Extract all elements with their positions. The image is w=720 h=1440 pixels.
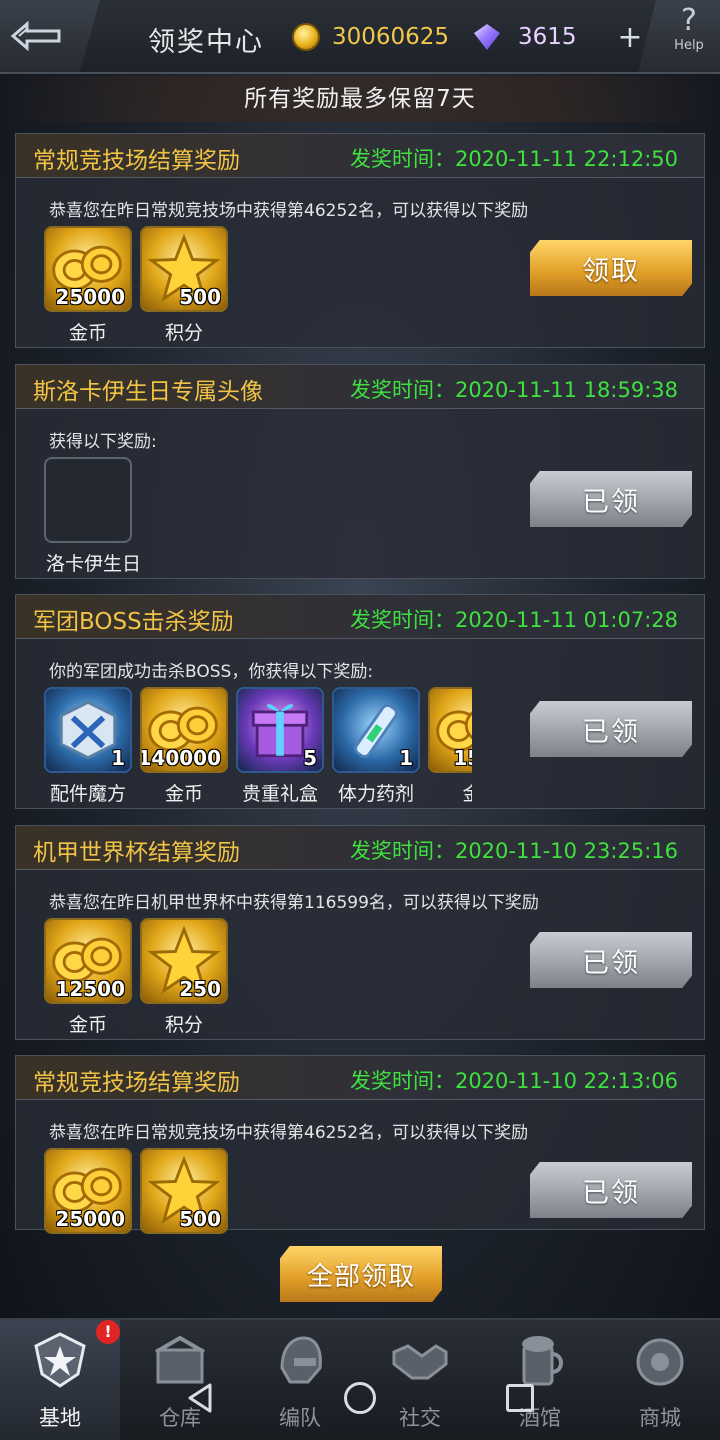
reward-item[interactable]: 1500 金 [428, 687, 472, 809]
card-header: 斯洛卡伊生日专属头像 发奖时间：2020-11-11 18:59:38 [16, 365, 704, 409]
reward-card: 军团BOSS击杀奖励 发奖时间：2020-11-11 01:07:28 你的军团… [15, 594, 705, 809]
back-button[interactable] [0, 0, 100, 72]
item-count: 1 [111, 746, 125, 770]
gold-coins-icon: 12500 [44, 918, 132, 1004]
item-count: 25000 [55, 1207, 125, 1231]
reward-title: 常规竞技场结算奖励 [33, 148, 240, 174]
item-count: 500 [179, 1207, 221, 1231]
retention-notice: 所有奖励最多保留7天 [0, 76, 720, 122]
system-home-icon[interactable] [344, 1382, 376, 1414]
reward-time: 发奖时间：2020-11-11 18:59:38 [349, 378, 678, 402]
claim-all-button[interactable]: 全部领取 [280, 1246, 442, 1302]
gift-box-icon: 5 [236, 687, 324, 773]
reward-item[interactable]: 12500 金币 [44, 918, 132, 1040]
system-recents-icon[interactable] [506, 1384, 534, 1412]
reward-item[interactable]: 25000 [44, 1148, 132, 1270]
reward-description: 你的军团成功击杀BOSS，你获得以下奖励: [49, 662, 374, 682]
reward-time: 发奖时间：2020-11-11 22:12:50 [349, 147, 678, 171]
reward-card: 机甲世界杯结算奖励 发奖时间：2020-11-10 23:25:16 恭喜您在昨… [15, 825, 705, 1040]
claimed-button[interactable]: 已领 [530, 1162, 692, 1218]
back-arrow-icon [10, 20, 61, 52]
star-icon: 250 [140, 918, 228, 1004]
coin-icon [292, 23, 320, 51]
reward-title: 斯洛卡伊生日专属头像 [33, 379, 263, 405]
star-icon: 500 [140, 226, 228, 312]
diamond-icon [474, 24, 500, 50]
system-nav-bar [0, 1370, 720, 1430]
reward-item[interactable]: 1 体力药剂 [332, 687, 420, 809]
reward-item[interactable]: 5 贵重礼盒 [236, 687, 324, 809]
item-label: 配件魔方 [49, 783, 126, 805]
system-back-icon[interactable] [186, 1382, 214, 1414]
gold-coins-icon: 1500 [428, 687, 472, 773]
item-label: 洛卡伊生日 [46, 553, 142, 575]
help-question-icon: ? [681, 3, 697, 38]
claim-button[interactable]: 领取 [530, 240, 692, 296]
reward-card: 斯洛卡伊生日专属头像 发奖时间：2020-11-11 18:59:38 获得以下… [15, 364, 705, 579]
gold-coins-icon: 140000 [140, 687, 228, 773]
reward-description: 获得以下奖励: [49, 432, 157, 452]
reward-description: 恭喜您在昨日常规竞技场中获得第46252名，可以获得以下奖励 [49, 1123, 529, 1143]
reward-title: 机甲世界杯结算奖励 [33, 840, 240, 866]
reward-item[interactable]: 250 积分 [140, 918, 228, 1040]
stamina-potion-icon: 1 [332, 687, 420, 773]
reward-time: 发奖时间：2020-11-10 22:13:06 [349, 1069, 678, 1093]
card-header: 常规竞技场结算奖励 发奖时间：2020-11-11 22:12:50 [16, 134, 704, 178]
alert-badge: ! [96, 1320, 120, 1344]
item-count: 1500 [453, 746, 472, 770]
item-count: 1 [399, 746, 413, 770]
reward-items: 洛卡伊生日 [44, 457, 472, 579]
item-label: 金币 [68, 322, 107, 344]
item-count: 25000 [55, 285, 125, 309]
reward-item[interactable]: 洛卡伊生日 [44, 457, 141, 579]
item-label: 贵重礼盒 [241, 783, 318, 805]
reward-card: 常规竞技场结算奖励 发奖时间：2020-11-10 22:13:06 恭喜您在昨… [15, 1055, 705, 1234]
reward-title: 军团BOSS击杀奖励 [33, 609, 234, 635]
coin-balance: 30060625 [292, 22, 449, 52]
avatar-frame-icon [44, 457, 132, 543]
reward-title: 常规竞技场结算奖励 [33, 1070, 240, 1096]
reward-item[interactable]: 500 积分 [140, 226, 228, 348]
reward-time: 发奖时间：2020-11-11 01:07:28 [349, 608, 678, 632]
top-bar: 领奖中心 30060625 3615 + ? Help [0, 0, 720, 74]
reward-items: 25000 金币 500 积分 [44, 226, 472, 348]
reward-description: 恭喜您在昨日常规竞技场中获得第46252名，可以获得以下奖励 [49, 201, 529, 221]
item-label: 金币 [68, 1014, 107, 1036]
reward-items: 12500 金币 250 积分 [44, 918, 472, 1040]
reward-item[interactable]: 25000 金币 [44, 226, 132, 348]
card-header: 常规竞技场结算奖励 发奖时间：2020-11-10 22:13:06 [16, 1056, 704, 1100]
item-label: 体力药剂 [337, 783, 414, 805]
coin-value: 30060625 [332, 24, 450, 50]
page-title: 领奖中心 [148, 27, 264, 58]
card-header: 机甲世界杯结算奖励 发奖时间：2020-11-10 23:25:16 [16, 826, 704, 870]
item-count: 140000 [140, 746, 221, 770]
gem-value: 3615 [518, 24, 577, 50]
card-header: 军团BOSS击杀奖励 发奖时间：2020-11-11 01:07:28 [16, 595, 704, 639]
reward-item[interactable]: 1 配件魔方 [44, 687, 132, 809]
help-button[interactable]: ? Help [638, 0, 720, 72]
item-label: 金币 [164, 783, 203, 805]
reward-item[interactable]: 140000 金币 [140, 687, 228, 809]
star-icon: 500 [140, 1148, 228, 1234]
help-label: Help [674, 38, 704, 53]
claimed-button[interactable]: 已领 [530, 471, 692, 527]
reward-time: 发奖时间：2020-11-10 23:25:16 [349, 839, 678, 863]
claimed-button[interactable]: 已领 [530, 932, 692, 988]
item-count: 5 [303, 746, 317, 770]
item-count: 250 [179, 977, 221, 1001]
reward-description: 恭喜您在昨日机甲世界杯中获得第116599名，可以获得以下奖励 [49, 893, 539, 913]
item-label: 积分 [164, 1014, 203, 1036]
gold-coins-icon: 25000 [44, 226, 132, 312]
item-count: 12500 [55, 977, 125, 1001]
item-count: 500 [179, 285, 221, 309]
parts-cube-icon: 1 [44, 687, 132, 773]
gold-coins-icon: 25000 [44, 1148, 132, 1234]
reward-card: 常规竞技场结算奖励 发奖时间：2020-11-11 22:12:50 恭喜您在昨… [15, 133, 705, 348]
item-label: 积分 [164, 322, 203, 344]
claimed-button[interactable]: 已领 [530, 701, 692, 757]
reward-item[interactable]: 500 [140, 1148, 228, 1270]
item-label: 金 [462, 783, 472, 805]
gem-balance: 3615 [474, 22, 577, 52]
reward-items: 1 配件魔方 140000 金币 5 贵重礼盒 1 体力药剂 1 金 [44, 687, 472, 809]
